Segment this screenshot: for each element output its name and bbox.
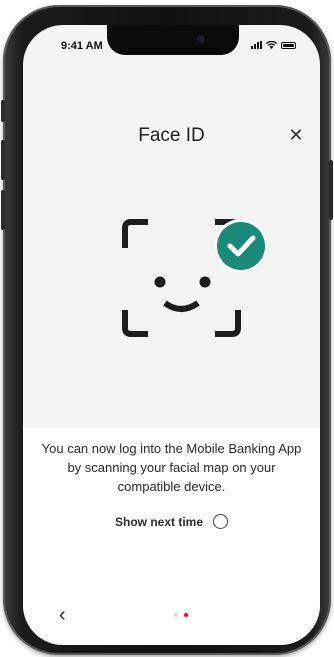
wifi-icon	[266, 41, 277, 49]
show-next-time-row: Show next time	[23, 514, 320, 529]
check-circle-icon	[214, 219, 268, 273]
face-id-icon	[122, 219, 268, 337]
page-indicator	[174, 613, 188, 617]
description-text: You can now log into the Mobile Banking …	[41, 441, 302, 494]
bottom-panel: You can now log into the Mobile Banking …	[23, 427, 320, 645]
mute-switch	[1, 100, 5, 122]
left-eye	[154, 276, 166, 288]
phone-screen: 9:41 AM Face ID ✕ You can now log into t…	[23, 25, 320, 645]
smile-mouth	[163, 300, 200, 312]
page-dot	[174, 613, 178, 617]
frame-corner-bottom-right	[215, 310, 241, 337]
page-dot-active	[184, 613, 188, 617]
status-time: 9:41 AM	[61, 40, 103, 52]
status-icons	[251, 41, 296, 49]
page-title: Face ID	[138, 125, 205, 146]
show-next-time-label: Show next time	[114, 514, 203, 529]
right-eye	[199, 276, 211, 288]
power-button	[329, 160, 333, 220]
show-next-time-radio[interactable]	[213, 514, 228, 529]
volume-down-button	[1, 190, 5, 230]
close-icon[interactable]: ✕	[286, 125, 306, 145]
volume-up-button	[1, 140, 5, 180]
signal-icon	[251, 41, 262, 49]
frame-corner-top-left	[122, 219, 148, 248]
phone-frame: 9:41 AM Face ID ✕ You can now log into t…	[1, 5, 333, 655]
notch	[107, 25, 239, 55]
battery-icon	[281, 41, 296, 49]
chevron-left-icon[interactable]: ‹	[59, 605, 66, 625]
front-camera	[197, 35, 205, 43]
face-id-illustration	[119, 200, 289, 350]
frame-corner-bottom-left	[122, 310, 148, 337]
